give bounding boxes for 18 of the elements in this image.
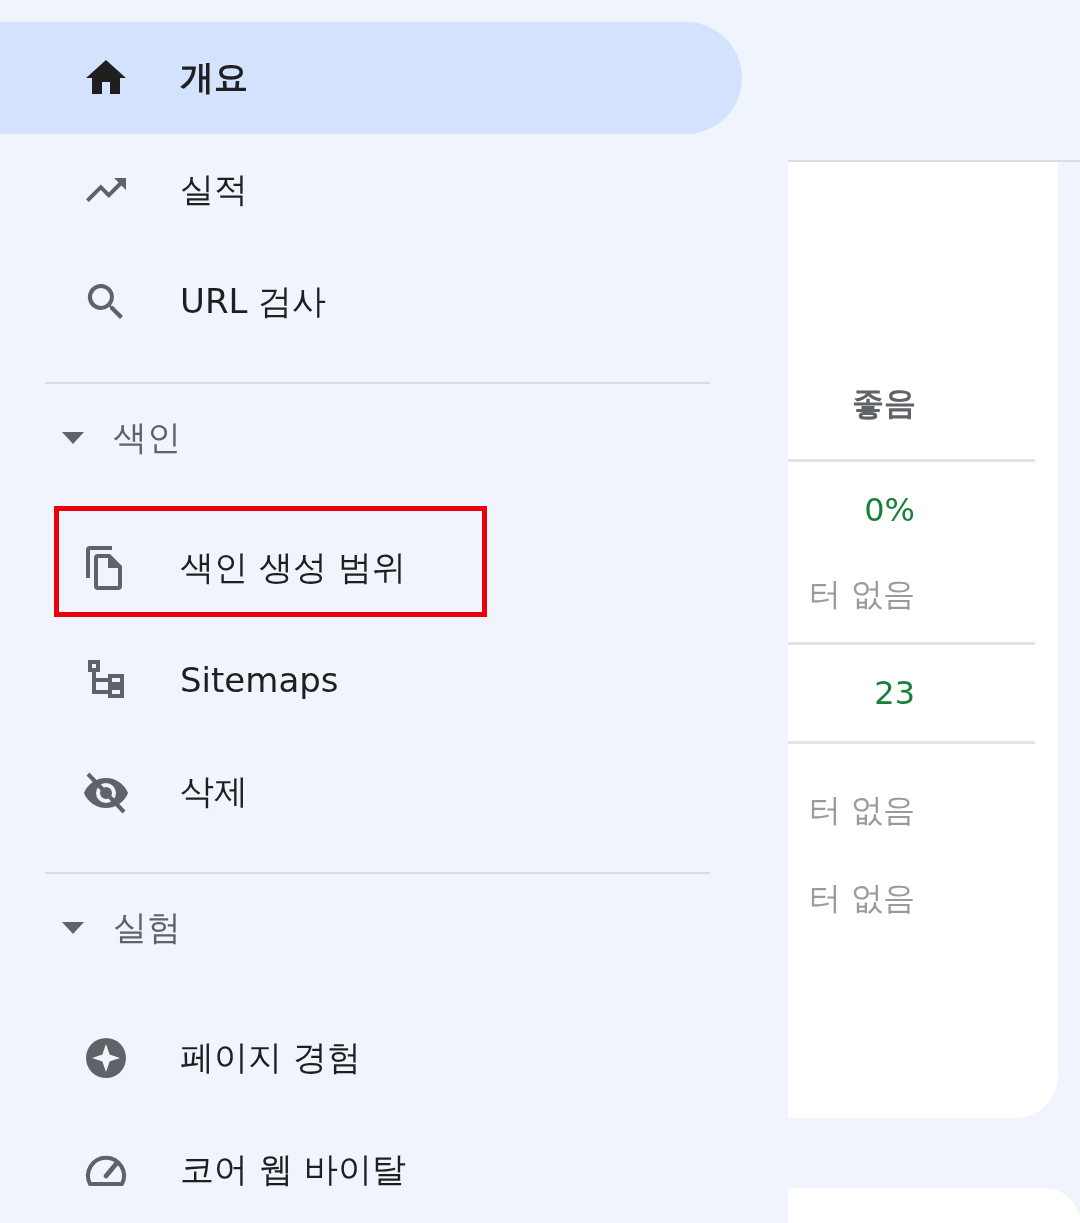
- nav-item[interactable]: 실적: [0, 134, 742, 246]
- column-header: 좋음: [788, 162, 1035, 462]
- table-cell-text: 터 없음: [808, 790, 915, 831]
- table-cell-text: 23: [874, 673, 915, 714]
- section-heading: 실험: [113, 906, 181, 949]
- section-heading: 색인: [113, 416, 181, 459]
- nav-item[interactable]: 개요: [0, 22, 742, 134]
- nav-item[interactable]: 페이지 경험: [0, 1002, 742, 1114]
- caret-icon[interactable]: [62, 922, 84, 934]
- nav-item[interactable]: 삭제: [0, 736, 742, 848]
- table-cell-text: 0%: [864, 490, 915, 531]
- caret-icon[interactable]: [62, 432, 84, 444]
- nav-item[interactable]: URL 검사: [0, 246, 742, 358]
- table-cell-text: 터 없음: [808, 574, 915, 615]
- table-cell-text: 터 없음: [808, 878, 915, 919]
- nav-item[interactable]: 색인 생성 범위: [0, 512, 742, 624]
- nav-item[interactable]: 코어 웹 바이탈: [0, 1114, 742, 1223]
- nav-item[interactable]: Sitemaps: [0, 624, 742, 736]
